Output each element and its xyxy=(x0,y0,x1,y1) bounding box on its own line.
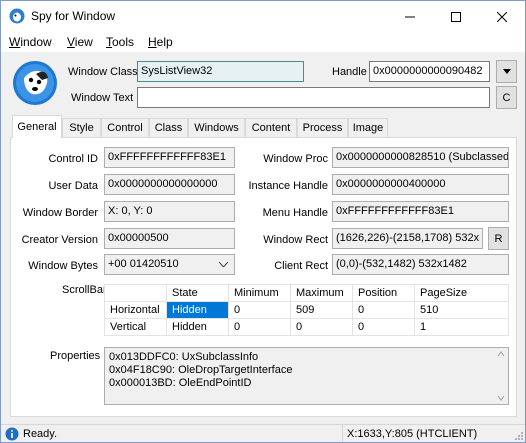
column-header[interactable]: Position xyxy=(352,284,415,302)
window-rect-label: Window Rect xyxy=(263,234,328,246)
tab-general[interactable]: General xyxy=(12,115,62,138)
scrollbar-label: ScrollBar xyxy=(62,284,107,296)
column-header[interactable]: PageSize xyxy=(414,284,509,302)
instance-handle-field[interactable]: 0x0000000000400000 xyxy=(332,174,509,195)
status-bar: Ready. X:1633,Y:805 (HTCLIENT) xyxy=(1,424,525,442)
control-id-label: Control ID xyxy=(48,153,98,165)
window-text-label: Window Text xyxy=(71,92,134,104)
r-button[interactable]: R xyxy=(488,227,509,250)
table-cell-selected[interactable]: Hidden xyxy=(166,301,229,319)
window-text-field[interactable] xyxy=(137,87,490,108)
creator-version-field[interactable]: 0x00000500 xyxy=(104,228,235,249)
window-bytes-value: +00 01420510 xyxy=(108,258,179,270)
menu-bar: Window View Tools Help xyxy=(1,32,525,52)
table-cell: 0 xyxy=(290,318,353,336)
vertical-scrollbar[interactable] xyxy=(494,348,508,404)
tab-windows[interactable]: Windows xyxy=(188,118,245,137)
menu-view[interactable]: View xyxy=(67,35,93,49)
table-cell: 509 xyxy=(290,301,353,319)
column-header[interactable]: Maximum xyxy=(290,284,353,302)
client-rect-field[interactable]: (0,0)-(532,1482) 532x1482 xyxy=(332,254,509,275)
window-class-label: Window Class xyxy=(68,66,138,78)
window-proc-label: Window Proc xyxy=(263,153,328,165)
status-divider xyxy=(342,425,343,442)
maximize-button[interactable] xyxy=(433,1,479,32)
window-bytes-label: Window Bytes xyxy=(28,260,98,272)
dropdown-arrow-icon xyxy=(502,69,511,74)
tab-style[interactable]: Style xyxy=(62,118,101,137)
title-bar[interactable]: Spy for Window xyxy=(1,1,525,32)
maximize-icon xyxy=(451,11,461,22)
close-icon xyxy=(497,11,507,22)
list-item[interactable]: 0x000013BD: OleEndPointID xyxy=(109,377,504,390)
menu-help[interactable]: Help xyxy=(148,35,173,49)
table-cell: 510 xyxy=(414,301,509,319)
window-rect-field[interactable]: (1626,226)-(2158,1708) 532x xyxy=(332,228,483,249)
table-row[interactable]: Horizontal Hidden 0 509 0 510 xyxy=(104,301,509,319)
tab-image[interactable]: Image xyxy=(348,118,388,137)
menu-window[interactable]: Window xyxy=(9,35,52,49)
status-text: Ready. xyxy=(23,428,58,440)
minimize-button[interactable] xyxy=(387,1,433,32)
client-rect-label: Client Rect xyxy=(274,260,328,272)
app-icon xyxy=(9,8,25,24)
menu-handle-label: Menu Handle xyxy=(262,207,328,219)
table-cell: Horizontal xyxy=(104,301,167,319)
handle-field[interactable]: 0x0000000000090482 xyxy=(369,61,490,82)
window-class-field[interactable]: SysListView32 xyxy=(137,61,304,82)
tab-class[interactable]: Class xyxy=(149,118,188,137)
properties-label: Properties xyxy=(50,350,101,362)
tab-control[interactable]: Control xyxy=(101,118,149,137)
user-data-field[interactable]: 0x0000000000000000 xyxy=(104,174,235,195)
menu-tools[interactable]: Tools xyxy=(106,35,134,49)
spy-window: Spy for Window Window View Tools Help Wi… xyxy=(0,0,526,443)
column-header[interactable]: State xyxy=(166,284,229,302)
table-cell: 0 xyxy=(228,301,291,319)
table-cell: 0 xyxy=(352,301,415,319)
user-data-label: User Data xyxy=(48,180,98,192)
chevron-down-icon xyxy=(219,262,228,267)
table-cell: Hidden xyxy=(166,318,229,336)
info-icon xyxy=(5,427,19,441)
table-row[interactable]: Vertical Hidden 0 0 0 1 xyxy=(104,318,509,336)
control-id-field[interactable]: 0xFFFFFFFFFFFF83E1 xyxy=(104,147,235,168)
window-border-label: Window Border xyxy=(22,207,98,219)
window-bytes-select[interactable]: +00 01420510 xyxy=(104,254,235,275)
table-cell: 0 xyxy=(352,318,415,336)
close-button[interactable] xyxy=(479,1,525,32)
tab-process[interactable]: Process xyxy=(297,118,348,137)
resize-grip-icon[interactable] xyxy=(513,430,523,440)
instance-handle-label: Instance Handle xyxy=(248,180,329,192)
window-proc-field[interactable]: 0x0000000000828510 (Subclassed) xyxy=(332,147,509,168)
column-header[interactable]: Minimum xyxy=(228,284,291,302)
spy-logo-icon[interactable] xyxy=(12,60,58,106)
window-title: Spy for Window xyxy=(31,9,116,23)
c-button[interactable]: C xyxy=(496,86,517,109)
table-cell: 0 xyxy=(228,318,291,336)
creator-version-label: Creator Version xyxy=(21,234,98,246)
handle-label: Handle xyxy=(332,66,367,78)
table-cell: Vertical xyxy=(104,318,167,336)
list-item[interactable]: 0x04F18C90: OleDropTargetInterface xyxy=(109,364,504,377)
window-border-field[interactable]: X: 0, Y: 0 xyxy=(104,201,235,222)
tab-content[interactable]: Content xyxy=(245,118,297,137)
handle-dropdown-button[interactable] xyxy=(496,60,517,83)
minimize-icon xyxy=(405,16,415,17)
cursor-position: X:1633,Y:805 (HTCLIENT) xyxy=(347,428,478,440)
list-item[interactable]: 0x013DDFC0: UxSubclassInfo xyxy=(109,351,504,364)
table-cell: 1 xyxy=(414,318,509,336)
scrollbar-header-row: State Minimum Maximum Position PageSize xyxy=(104,284,509,302)
properties-list[interactable]: 0x013DDFC0: UxSubclassInfo 0x04F18C90: O… xyxy=(104,347,509,405)
column-header[interactable] xyxy=(104,284,167,302)
menu-handle-field[interactable]: 0xFFFFFFFFFFFF83E1 xyxy=(332,201,509,222)
scrollbar-table: State Minimum Maximum Position PageSize … xyxy=(104,284,509,336)
